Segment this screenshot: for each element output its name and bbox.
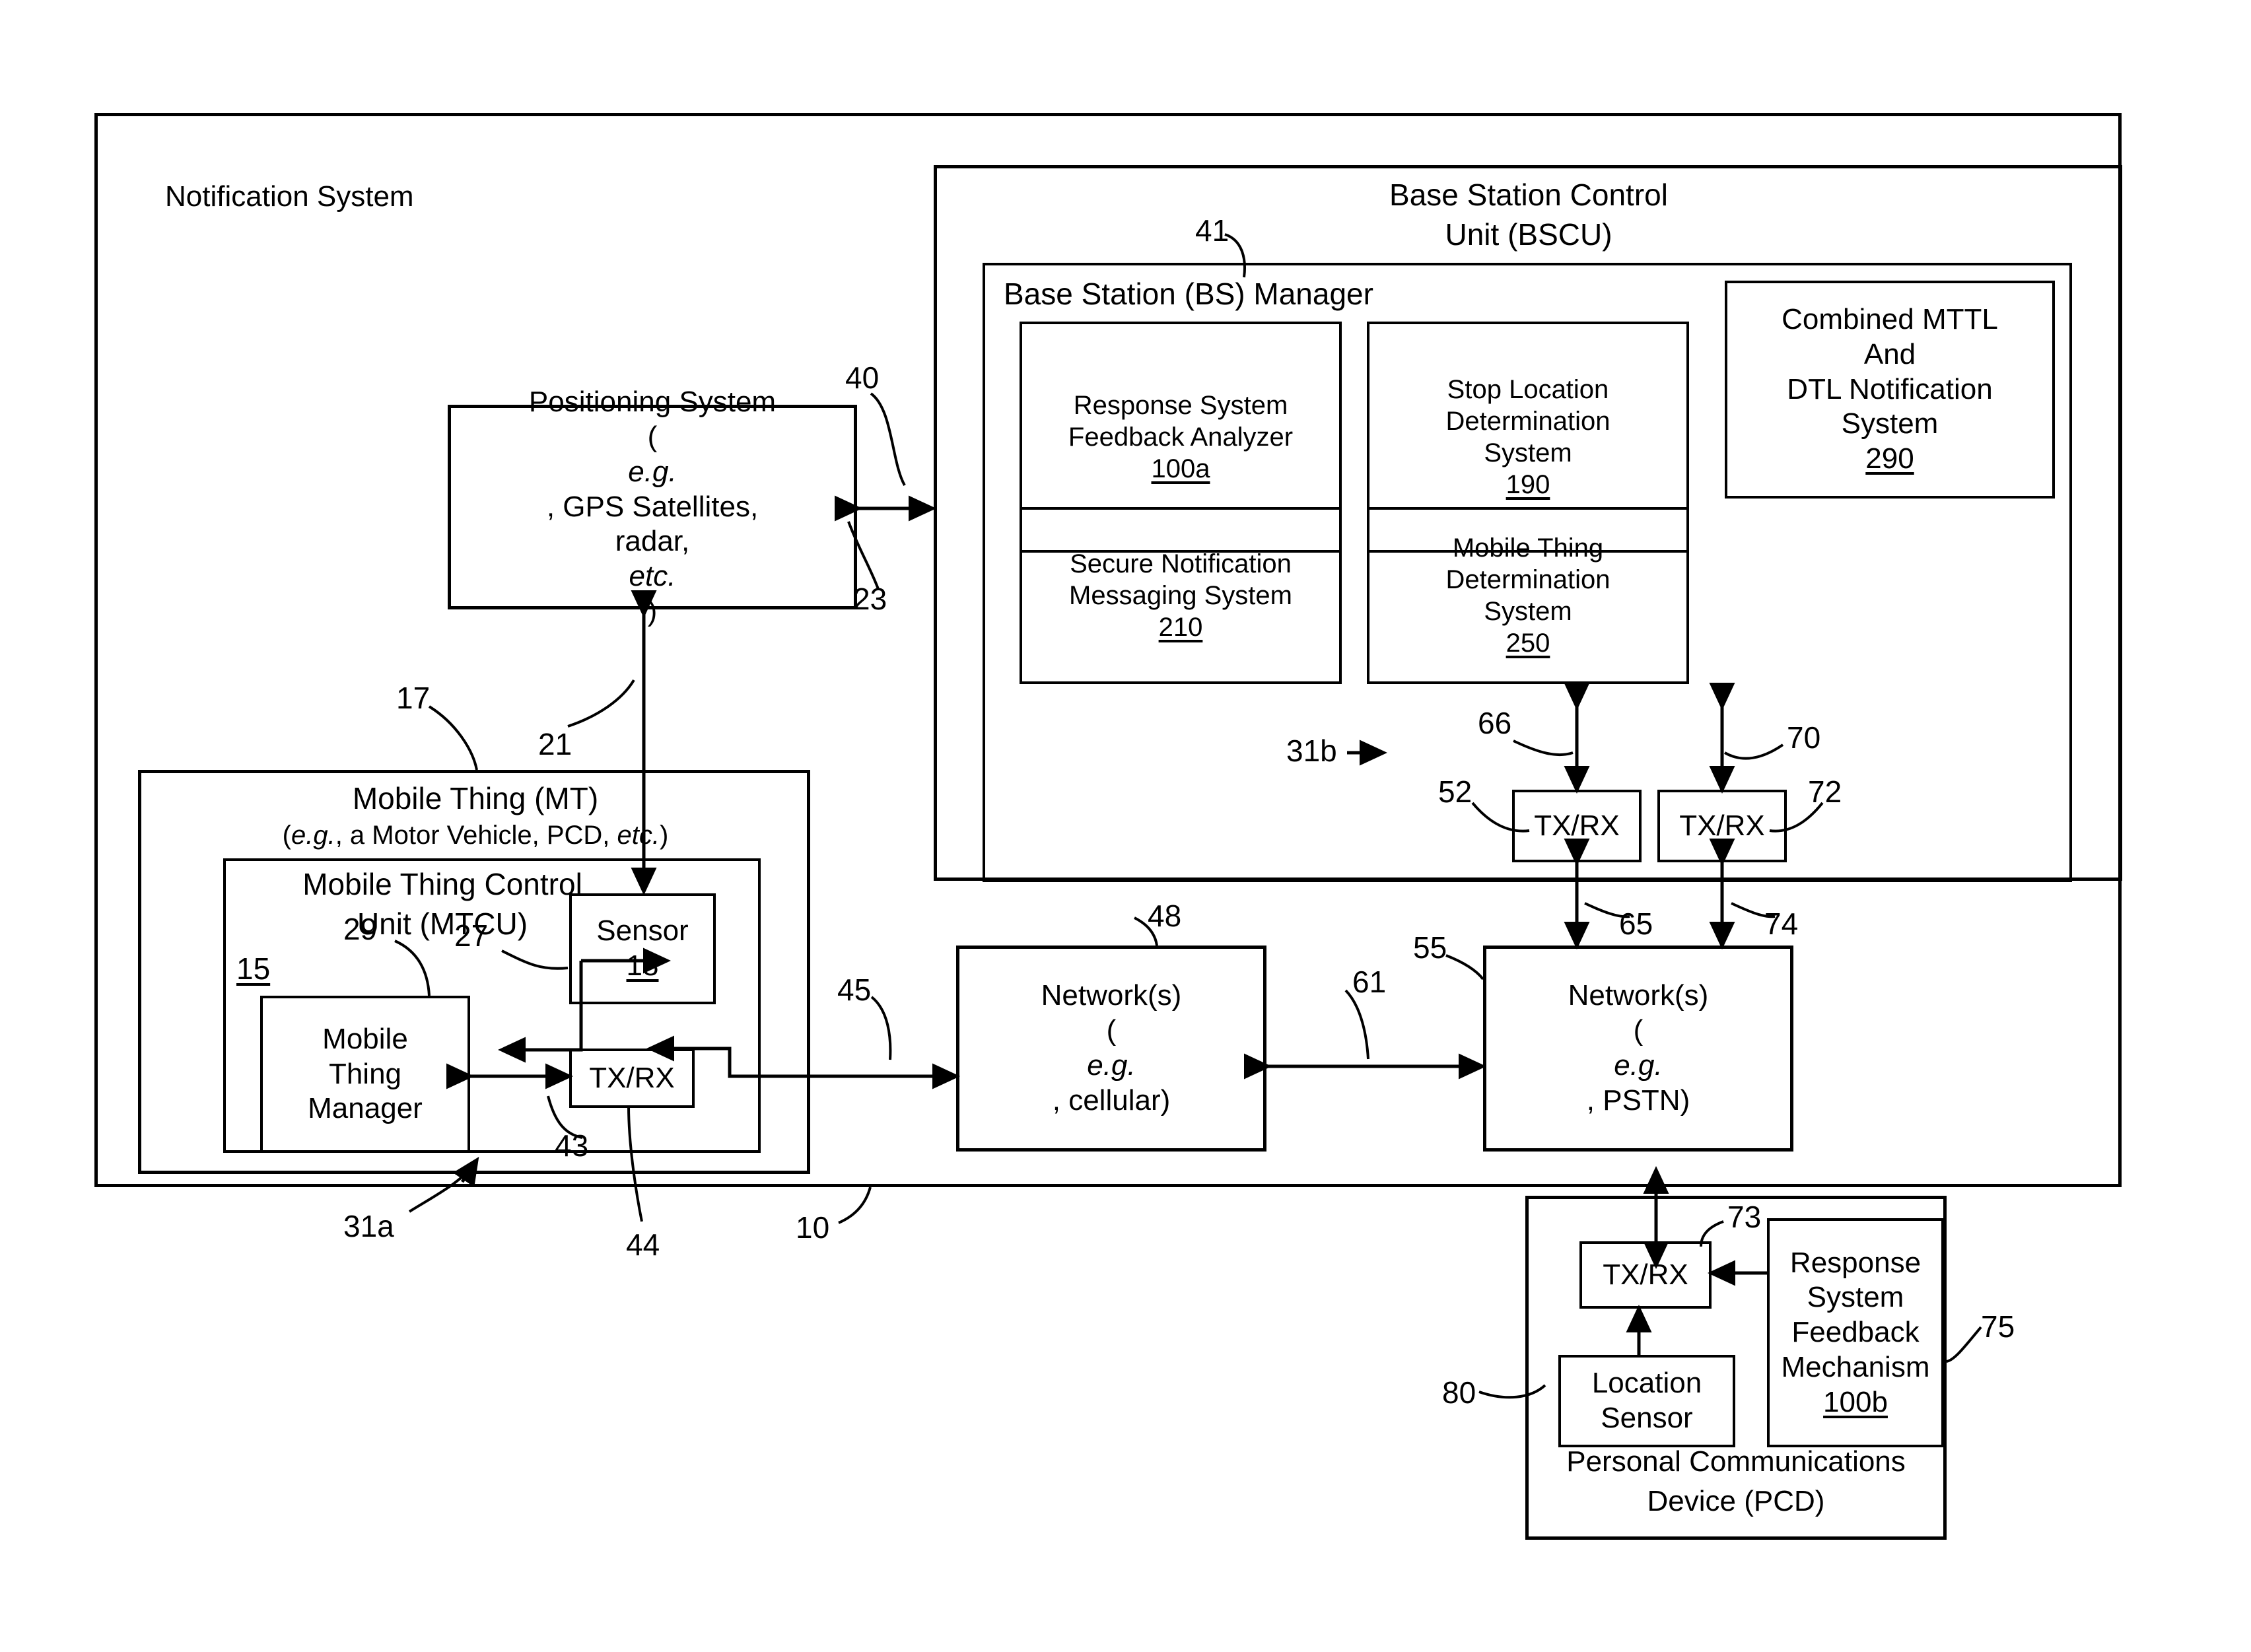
- sensor-number: 18: [626, 949, 659, 982]
- ref-17: 17: [396, 681, 431, 715]
- module-250-line1: Mobile Thing: [1452, 533, 1604, 563]
- mtcu-number-15: 15: [236, 951, 271, 986]
- mobile-thing-manager-label: Mobile Thing Manager: [260, 996, 470, 1153]
- module-210-label: Secure Notification Messaging System 210: [1020, 507, 1342, 684]
- module-250-label: Mobile Thing Determination System 250: [1367, 507, 1689, 684]
- bscu-title-line1: Base Station Control: [1389, 178, 1668, 212]
- location-sensor-line2: Sensor: [1601, 1402, 1693, 1434]
- pstn-line2: (e.g., PSTN): [1586, 1014, 1690, 1117]
- positioning-line1: Positioning System: [528, 386, 777, 419]
- ref-66: 66: [1478, 706, 1512, 740]
- module-190-number: 190: [1506, 470, 1550, 499]
- ref-31b: 31b: [1286, 734, 1337, 768]
- mobile-thing-title: Mobile Thing (MT): [352, 781, 599, 815]
- sensor-name: Sensor: [596, 914, 689, 947]
- ref-40: 40: [845, 361, 880, 395]
- mtm-line3: Manager: [308, 1092, 423, 1125]
- module-100a-line2: Feedback Analyzer: [1068, 423, 1294, 452]
- feedback-number: 100b: [1823, 1385, 1888, 1418]
- pcd-location-sensor-label: Location Sensor: [1558, 1355, 1735, 1447]
- ref-29: 29: [343, 912, 378, 946]
- module-290-line4: System: [1841, 407, 1939, 440]
- location-sensor-line1: Location: [1591, 1367, 1702, 1400]
- module-210-line1: Secure Notification: [1070, 549, 1292, 578]
- ref-23: 23: [853, 582, 887, 616]
- module-290-line2: And: [1863, 337, 1916, 370]
- ref-41: 41: [1195, 213, 1229, 248]
- module-100a-number: 100a: [1151, 454, 1210, 483]
- pcd-feedback-mechanism-label: Response System Feedback Mechanism 100b: [1767, 1218, 1944, 1447]
- cellular-line1: Network(s): [1041, 979, 1182, 1012]
- ref-52: 52: [1438, 774, 1472, 809]
- mtm-line1: Mobile: [322, 1022, 408, 1055]
- ref-61: 61: [1352, 965, 1387, 999]
- ref-10: 10: [796, 1210, 830, 1245]
- pstn-line1: Network(s): [1568, 979, 1709, 1012]
- feedback-line3: Feedback: [1791, 1316, 1920, 1349]
- ref-44: 44: [626, 1227, 660, 1262]
- ref-73: 73: [1727, 1200, 1762, 1234]
- bscu-txrx-right-label: TX/RX: [1679, 809, 1765, 842]
- ref-45: 45: [837, 973, 872, 1007]
- module-250-number: 250: [1506, 629, 1550, 658]
- mt-txrx-label: TX/RX: [589, 1061, 675, 1094]
- patent-figure: Notification System 10 Base Station Cont…: [0, 0, 2251, 1652]
- ref-21: 21: [538, 727, 572, 761]
- feedback-line2: System: [1807, 1281, 1904, 1314]
- cellular-line2: (e.g., cellular): [1052, 1014, 1171, 1117]
- positioning-line2: (e.g., GPS Satellites,: [546, 421, 759, 523]
- module-250-line3: System: [1484, 597, 1572, 626]
- network-cellular-label: Network(s) (e.g., cellular): [956, 946, 1266, 1152]
- pcd-title-line2: Device (PCD): [1647, 1485, 1825, 1517]
- module-210-number: 210: [1158, 613, 1203, 642]
- notification-system-label: Notification System: [165, 180, 414, 213]
- ref-74: 74: [1764, 907, 1799, 941]
- module-290-number: 290: [1865, 442, 1914, 475]
- ref-43: 43: [555, 1128, 589, 1163]
- ref-70: 70: [1787, 720, 1821, 755]
- bs-manager-title: Base Station (BS) Manager: [1004, 277, 1373, 311]
- module-290-line3: DTL Notification: [1787, 372, 1993, 405]
- module-100a-line1: Response System: [1073, 391, 1288, 420]
- ref-80: 80: [1442, 1375, 1476, 1410]
- positioning-system-label: Positioning System (e.g., GPS Satellites…: [448, 386, 857, 627]
- bscu-title-line2: Unit (BSCU): [1445, 217, 1612, 252]
- ref-72: 72: [1808, 774, 1842, 809]
- feedback-line4: Mechanism: [1781, 1350, 1930, 1383]
- module-190-line3: System: [1484, 438, 1572, 467]
- ref-65: 65: [1619, 907, 1653, 941]
- feedback-line1: Response: [1789, 1246, 1922, 1279]
- module-190-line1: Stop Location: [1447, 375, 1609, 404]
- ref-75: 75: [1981, 1309, 2015, 1344]
- ref-48: 48: [1148, 899, 1182, 933]
- pcd-txrx-label: TX/RX: [1603, 1258, 1688, 1291]
- positioning-line3: radar, etc.): [615, 525, 690, 627]
- module-190-line2: Determination: [1445, 407, 1610, 436]
- module-290-line1: Combined MTTL: [1782, 303, 1998, 335]
- ref-55: 55: [1413, 930, 1447, 965]
- ref-31a: 31a: [343, 1209, 394, 1243]
- sensor-label: Sensor 18: [569, 893, 716, 1004]
- module-290-label: Combined MTTL And DTL Notification Syste…: [1725, 281, 2055, 499]
- mobile-thing-subtitle: (e.g., a Motor Vehicle, PCD, etc.): [282, 821, 669, 850]
- pcd-title-line1: Personal Communications: [1566, 1445, 1906, 1478]
- network-pstn-label: Network(s) (e.g., PSTN): [1483, 946, 1793, 1152]
- module-250-line2: Determination: [1445, 565, 1610, 594]
- mtm-line2: Thing: [328, 1057, 402, 1090]
- ref-27: 27: [454, 918, 489, 953]
- bscu-txrx-left-label: TX/RX: [1534, 809, 1620, 842]
- module-210-line2: Messaging System: [1069, 581, 1292, 610]
